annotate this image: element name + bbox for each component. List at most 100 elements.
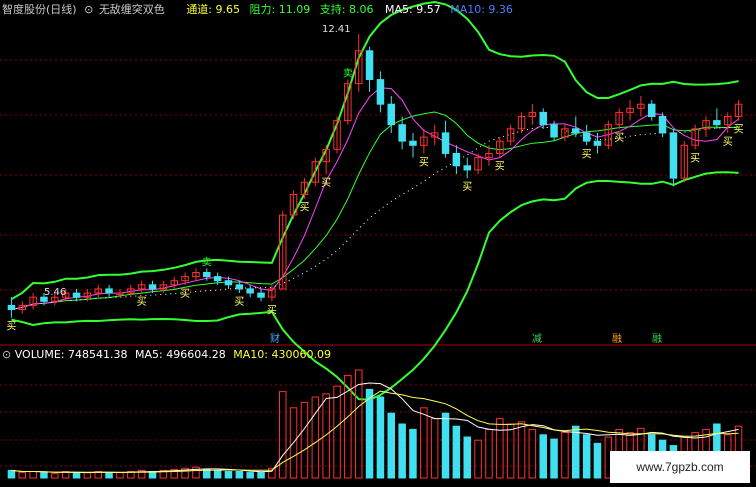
candle-body [572, 128, 580, 134]
volume-ma5-value: 496604.28 [166, 348, 226, 361]
volume-bar [409, 428, 417, 479]
volume-bar [430, 418, 439, 479]
candle-body [257, 292, 265, 298]
volume-bar [213, 469, 222, 479]
volume-bar [474, 439, 482, 479]
stock-chart-window: 买买买买买买买买买买买买买买买卖卖 智度股份(日线) ⊙ 无敌缠突双色 通道: … [0, 0, 756, 487]
support-value: 8.06 [348, 3, 374, 16]
buy-signal-label: 买 [419, 156, 429, 168]
buy-signal-label: 买 [321, 177, 331, 189]
watermark: www.7gpzb.com [610, 451, 750, 483]
event-marker-reduce[interactable]: 减 [532, 334, 542, 346]
volume-bar [333, 385, 341, 479]
volume-bar [387, 412, 395, 479]
resistance-label: 阻力: [249, 3, 276, 16]
volume-bar [582, 434, 591, 479]
buy-signal-label: 买 [495, 161, 505, 173]
settings-icon[interactable]: ⊙ [84, 3, 93, 16]
volume-settings-icon[interactable]: ⊙ [2, 348, 11, 361]
volume-bar [496, 418, 504, 479]
candle-body [452, 153, 461, 167]
buy-signal-label: 买 [267, 304, 277, 316]
buy-signal-label: 买 [137, 296, 147, 308]
volume-bar [72, 472, 81, 479]
volume-bar [539, 434, 547, 479]
buy-signal-label: 买 [723, 136, 733, 148]
candle-body [582, 132, 591, 142]
event-marker-margin-1[interactable]: 融 [612, 334, 622, 346]
buy-signal-label: 买 [582, 148, 592, 160]
sell-signal-label: 卖 [343, 68, 353, 80]
buy-signal-label: 买 [690, 152, 700, 164]
ma5-value: 9.57 [416, 3, 441, 16]
volume-bar [561, 432, 569, 479]
candle-body [409, 140, 417, 146]
volume-bar [105, 472, 113, 479]
stock-title[interactable]: 智度股份(日线) [2, 3, 77, 16]
volume-bar [40, 472, 48, 479]
low-price-label: 5.46 [44, 287, 67, 298]
volume-label: VOLUME: [14, 348, 65, 361]
volume-bar [485, 428, 493, 479]
volume-bar [420, 407, 428, 479]
volume-bar [593, 442, 602, 479]
channel-label: 通道: [186, 3, 213, 16]
high-price-label: 12.41 [322, 24, 351, 35]
volume-bar [398, 423, 406, 479]
candle-body [224, 280, 233, 286]
volume-bar [322, 393, 330, 479]
candle-body [387, 103, 395, 126]
volume-bar [246, 472, 254, 479]
volume-bar [279, 391, 287, 479]
candle-body [669, 132, 678, 179]
candle-body [148, 284, 157, 290]
volume-header: ⊙ VOLUME: 748541.38 MA5: 496604.28 MA10:… [2, 348, 331, 361]
candle-body [648, 103, 656, 117]
upper-band-line [10, 0, 739, 301]
buy-signal-label: 买 [299, 202, 309, 214]
volume-bar [452, 425, 461, 479]
volume-bar [29, 471, 37, 479]
event-marker-finance[interactable]: 财 [270, 334, 280, 346]
event-marker-margin-2[interactable]: 融 [652, 334, 662, 346]
indicator-name[interactable]: 无敌缠突双色 [99, 3, 165, 16]
buy-signal-label: 买 [614, 132, 624, 144]
volume-ma10-value: 430060.09 [271, 348, 331, 361]
candle-body [463, 165, 471, 171]
ma5-line [11, 87, 739, 310]
candle-body [72, 292, 81, 298]
candle-body [539, 111, 547, 126]
candle-body [235, 284, 244, 290]
buy-signal-label: 买 [180, 288, 190, 300]
candle-body [398, 124, 406, 142]
volume-bar [376, 396, 385, 479]
chart-canvas: 买买买买买买买买买买买买买买买卖卖 [0, 0, 756, 479]
resistance-value: 11.09 [278, 3, 311, 16]
candle-body [441, 132, 450, 154]
volume-bar [51, 473, 59, 479]
volume-bar [528, 428, 537, 479]
volume-bar [441, 412, 450, 479]
volume-bar [463, 436, 471, 479]
candle-body [213, 276, 222, 282]
volume-ma5-label: MA5: [135, 348, 163, 361]
candle-body [105, 288, 113, 294]
candle-body [365, 50, 374, 80]
volume-bar [257, 472, 265, 479]
volume-bar [83, 472, 92, 479]
candle-body [713, 120, 721, 126]
volume-ma10-label: MA10: [233, 348, 268, 361]
candle-body [7, 304, 16, 310]
volume-bar [365, 388, 374, 479]
buy-signal-label: 买 [462, 181, 472, 193]
support-label: 支持: [319, 3, 346, 16]
candle-body [658, 116, 667, 134]
buy-signal-label: 买 [234, 296, 244, 308]
volume-bar [506, 423, 515, 479]
ma10-partial: MA10: 9.36 [450, 3, 513, 16]
volume-bar [224, 471, 233, 479]
volume-bar [18, 472, 26, 479]
volume-bar [517, 421, 526, 479]
candle-body [246, 288, 254, 294]
volume-bar [116, 472, 124, 479]
